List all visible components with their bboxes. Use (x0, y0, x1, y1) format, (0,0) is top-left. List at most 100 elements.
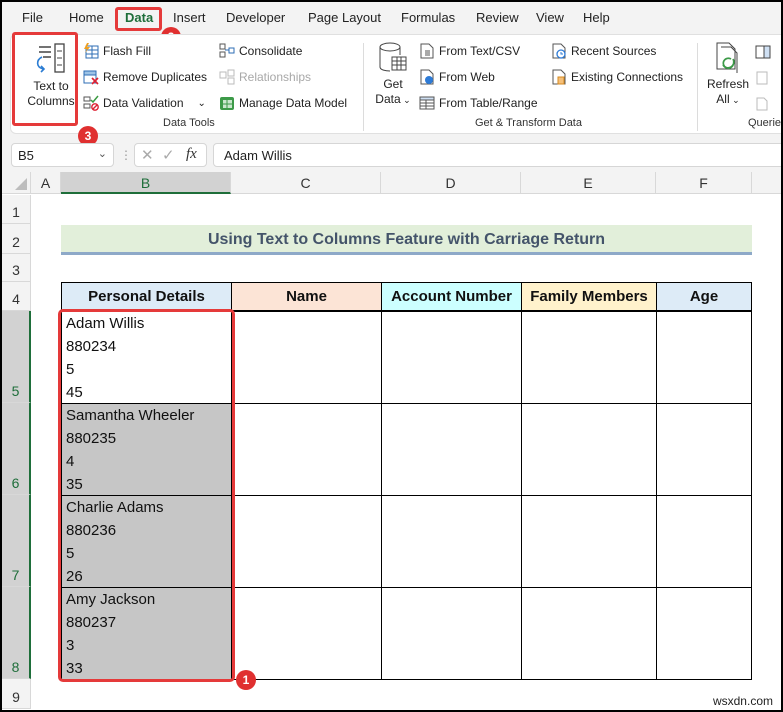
row-header-9[interactable]: 9 (2, 679, 31, 709)
cell-line: Samantha Wheeler (66, 407, 195, 424)
empty-cell[interactable] (656, 495, 752, 588)
empty-cell[interactable] (231, 587, 382, 680)
recent-sources-icon (552, 43, 566, 59)
row-header-1[interactable]: 1 (2, 195, 31, 224)
empty-cell[interactable] (231, 403, 382, 496)
from-web-button[interactable]: From Web (419, 69, 495, 85)
header-family-members[interactable]: Family Members (521, 282, 657, 311)
tab-insert[interactable]: Insert (173, 10, 206, 25)
row-header-6[interactable]: 6 (2, 403, 31, 495)
tab-formulas[interactable]: Formulas (401, 10, 455, 25)
column-header-a[interactable]: A (31, 172, 61, 194)
formula-bar-grip-icon[interactable]: ⋮ (120, 148, 132, 162)
flash-fill-button[interactable]: Flash Fill (83, 43, 151, 59)
row-header-3[interactable]: 3 (2, 254, 31, 282)
empty-cell[interactable] (381, 311, 522, 404)
web-icon (420, 69, 434, 85)
manage-data-model-button[interactable]: Manage Data Model (219, 95, 347, 111)
row-number: 7 (11, 567, 20, 583)
column-header-f[interactable]: F (656, 172, 752, 194)
text-to-columns-label-1: Text to (33, 79, 69, 93)
row-header-5[interactable]: 5 (2, 311, 31, 403)
empty-cell[interactable] (521, 495, 657, 588)
properties-icon[interactable] (755, 71, 771, 85)
personal-details-cell[interactable]: Charlie Adams 880236 5 26 (61, 495, 232, 588)
tab-view[interactable]: View (536, 10, 564, 25)
empty-cell[interactable] (656, 311, 752, 404)
row-number: 1 (12, 204, 20, 220)
personal-details-cell[interactable]: Samantha Wheeler 880235 4 35 (61, 403, 232, 496)
empty-cell[interactable] (521, 311, 657, 404)
empty-cell[interactable] (231, 311, 382, 404)
insert-function-icon[interactable]: fx (186, 146, 197, 163)
header-age[interactable]: Age (656, 282, 752, 311)
tab-home[interactable]: Home (69, 10, 104, 25)
row-header-7[interactable]: 7 (2, 495, 31, 587)
consolidate-button[interactable]: Consolidate (219, 43, 302, 59)
text-to-columns-icon (36, 43, 65, 73)
relationships-icon (219, 69, 235, 85)
edit-links-icon[interactable] (755, 97, 771, 111)
tab-review[interactable]: Review (476, 10, 519, 25)
header-name[interactable]: Name (231, 282, 382, 311)
empty-cell[interactable] (381, 495, 522, 588)
row-header-8[interactable]: 8 (2, 587, 31, 679)
column-header-d[interactable]: D (381, 172, 521, 194)
header-account-number[interactable]: Account Number (381, 282, 522, 311)
personal-details-cell[interactable]: Adam Willis 880234 5 45 (61, 311, 232, 404)
empty-cell[interactable] (656, 403, 752, 496)
refresh-chevron-icon: ⌄ (729, 95, 740, 105)
data-validation-button[interactable]: Data Validation ⌄ (83, 95, 206, 111)
tab-page-layout[interactable]: Page Layout (308, 10, 381, 25)
empty-cell[interactable] (381, 587, 522, 680)
row-header-4[interactable]: 4 (2, 282, 31, 311)
empty-cell[interactable] (656, 587, 752, 680)
empty-cell[interactable] (381, 403, 522, 496)
existing-connections-icon (552, 69, 566, 85)
formula-input[interactable]: Adam Willis (213, 143, 781, 167)
data-validation-dropdown-icon[interactable]: ⌄ (198, 98, 206, 109)
tab-file[interactable]: File (22, 10, 43, 25)
remove-duplicates-button[interactable]: Remove Duplicates (83, 69, 207, 85)
sheet-title[interactable]: Using Text to Columns Feature with Carri… (61, 225, 752, 255)
column-header-g[interactable] (752, 172, 781, 194)
row-header-2[interactable]: 2 (2, 224, 31, 254)
cell-line: 5 (66, 361, 75, 378)
empty-cell[interactable] (521, 587, 657, 680)
manage-data-model-label: Manage Data Model (239, 96, 348, 110)
header-personal-details[interactable]: Personal Details (61, 282, 232, 311)
existing-connections-button[interactable]: Existing Connections (551, 69, 683, 85)
flash-fill-label: Flash Fill (103, 44, 152, 58)
consolidate-icon (219, 43, 235, 58)
relationships-label: Relationships (239, 70, 312, 84)
cancel-icon[interactable]: ✕ (141, 146, 154, 164)
data-validation-icon (83, 95, 99, 111)
tab-data[interactable]: Data (125, 10, 153, 25)
from-text-csv-button[interactable]: From Text/CSV (419, 43, 520, 59)
refresh-all-button[interactable]: Refresh All ⌄ (705, 41, 751, 117)
tab-developer[interactable]: Developer (226, 10, 285, 25)
queries-connections-icon[interactable] (755, 45, 771, 59)
empty-cell[interactable] (231, 495, 382, 588)
get-data-button[interactable]: Get Data ⌄ (373, 41, 413, 117)
tab-help[interactable]: Help (583, 10, 610, 25)
formula-bar: B5 ⌄ ⋮ ✕ ✓ fx Adam Willis (2, 139, 781, 171)
select-all-button[interactable] (2, 172, 31, 194)
empty-cell[interactable] (521, 403, 657, 496)
flash-fill-icon (84, 43, 99, 59)
personal-details-cell[interactable]: Amy Jackson 880237 3 33 (61, 587, 232, 680)
recent-sources-button[interactable]: Recent Sources (551, 43, 656, 59)
name-box-dropdown-icon[interactable]: ⌄ (98, 147, 107, 160)
refresh-all-label-2: All (716, 92, 730, 106)
text-to-columns-button[interactable]: Text to Columns (15, 43, 87, 123)
from-table-range-button[interactable]: From Table/Range (419, 95, 538, 111)
name-box-value: B5 (18, 148, 34, 163)
column-header-c[interactable]: C (231, 172, 381, 194)
column-header-e[interactable]: E (521, 172, 656, 194)
column-header-b[interactable]: B (61, 172, 231, 194)
cell-line: 45 (66, 384, 83, 401)
from-table-range-label: From Table/Range (439, 96, 538, 110)
name-box[interactable]: B5 ⌄ (11, 143, 114, 167)
relationships-button[interactable]: Relationships (219, 69, 311, 85)
enter-icon[interactable]: ✓ (162, 146, 175, 164)
